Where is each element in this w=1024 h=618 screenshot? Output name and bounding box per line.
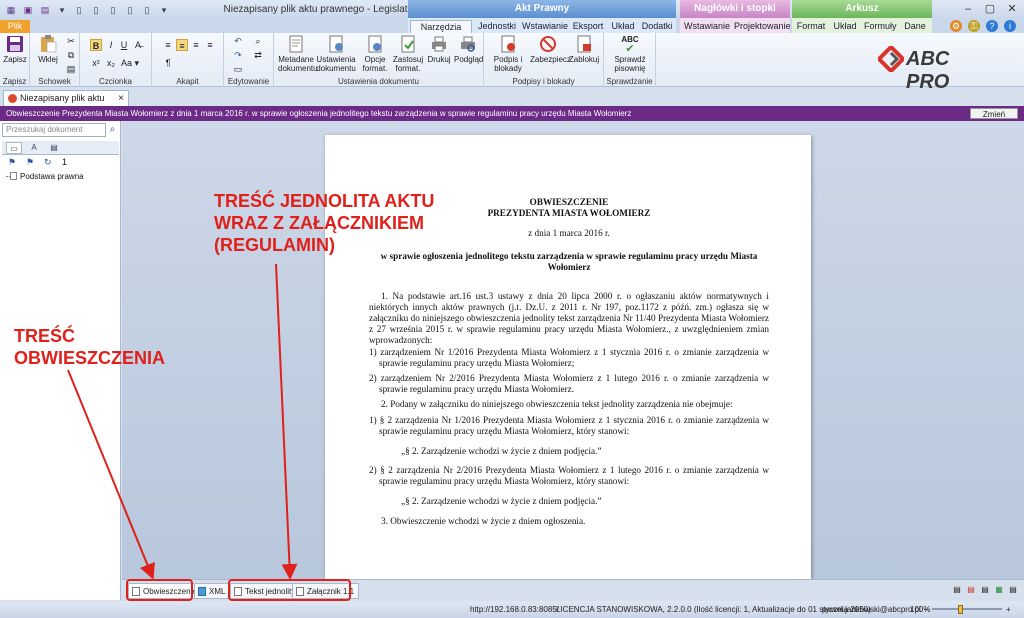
highlight-tekst-zalacznik (228, 579, 351, 601)
annotation-arrows (67, 263, 298, 580)
arrow-to-obwieszczenie (67, 369, 155, 580)
highlight-obwieszczenie (126, 579, 193, 601)
arrow-to-tekst-jednolity (275, 263, 298, 580)
